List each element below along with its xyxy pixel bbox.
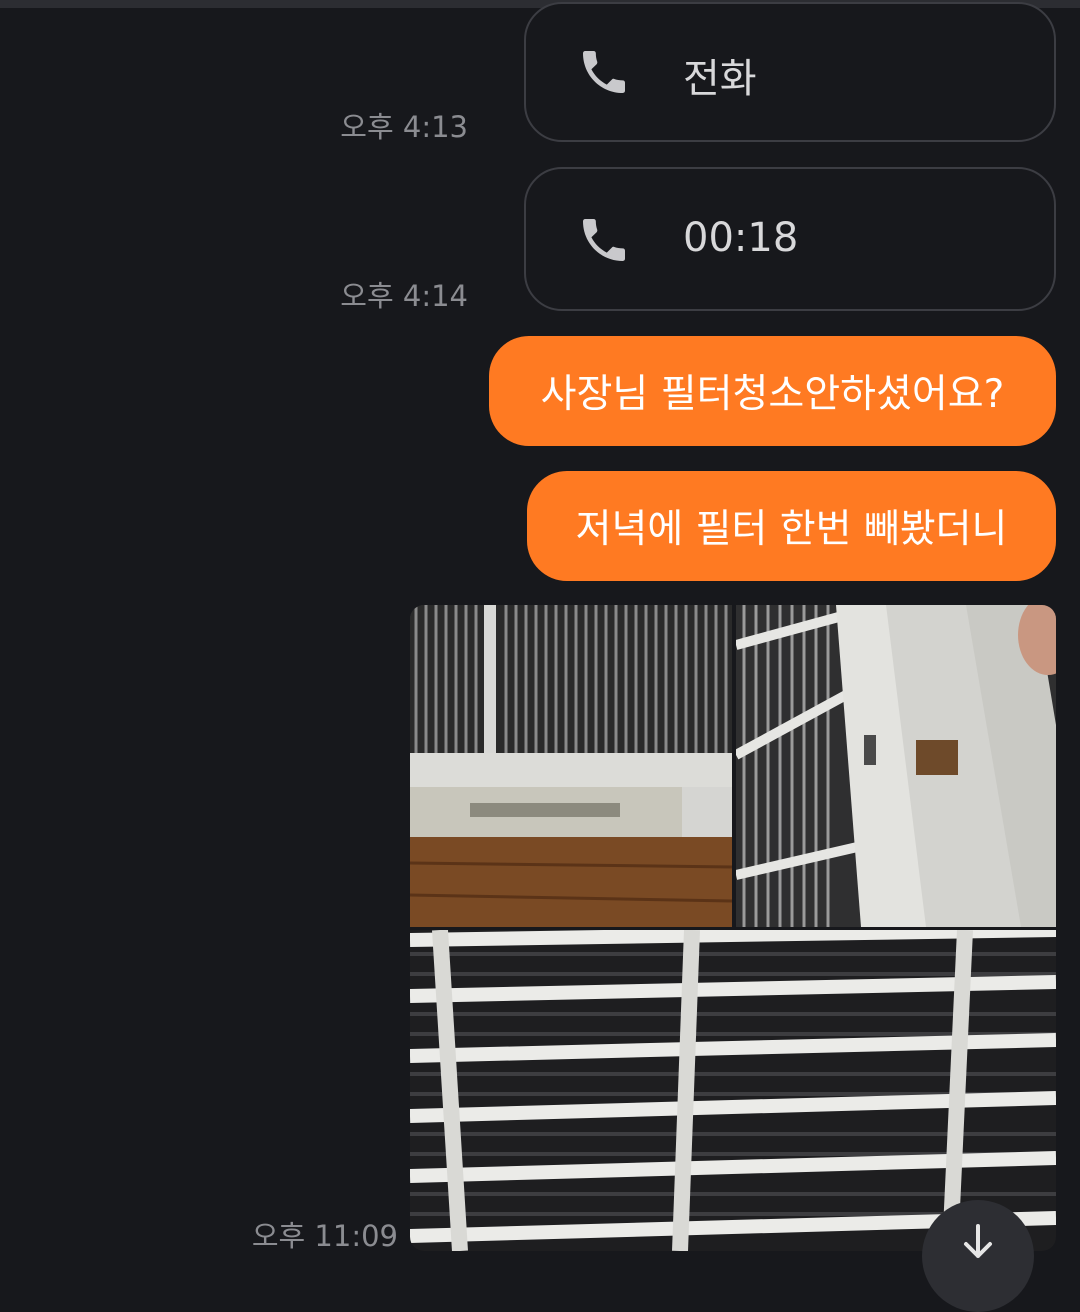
message-timestamp: 오후 4:14 (340, 279, 468, 313)
call-card-outgoing[interactable]: 전화 (524, 2, 1056, 142)
call-card-duration[interactable]: 00:18 (524, 167, 1056, 311)
scroll-to-bottom-button[interactable] (922, 1200, 1034, 1312)
call-duration: 00:18 (683, 215, 799, 261)
arrow-down-icon (964, 1224, 992, 1258)
message-text: 저녁에 필터 한번 빼봤더니 (575, 507, 1008, 552)
phone-icon (583, 219, 625, 261)
message-text: 사장님 필터청소안하셨어요? (540, 372, 1005, 417)
message-bubble[interactable]: 저녁에 필터 한번 빼봤더니 (527, 471, 1056, 581)
phone-icon (583, 51, 625, 93)
call-label: 전화 (683, 56, 757, 102)
photo-thumbnail[interactable] (410, 605, 732, 927)
message-timestamp: 오후 4:13 (340, 110, 468, 144)
message-timestamp: 오후 11:09 (251, 1219, 398, 1253)
message-bubble[interactable]: 사장님 필터청소안하셨어요? (489, 336, 1056, 446)
photo-thumbnail[interactable] (736, 605, 1056, 927)
